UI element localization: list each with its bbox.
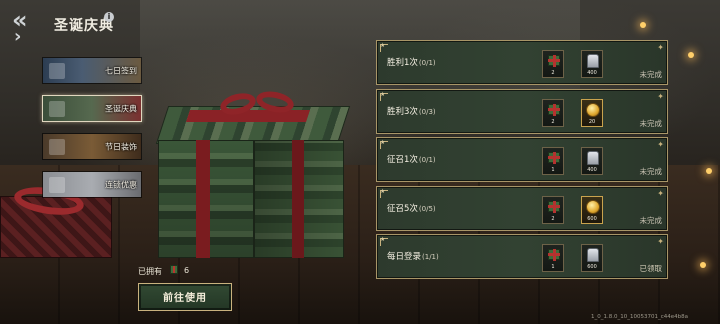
thumbnail-icon bbox=[49, 139, 65, 155]
star-icon: ★ bbox=[380, 42, 386, 49]
task-row[interactable]: ★ ✦ 每日登录(1/1) 1 600 已领取 bbox=[376, 234, 668, 279]
task-name-text: 每日登录 bbox=[387, 252, 422, 262]
corner-ornament-icon: ✦ bbox=[657, 237, 664, 246]
corner-ornament-icon: ✦ bbox=[657, 91, 664, 101]
sidebar-item-label: 节日装饰 bbox=[105, 142, 137, 151]
dog-tag-icon bbox=[587, 151, 599, 165]
task-progress: (0/3) bbox=[418, 107, 436, 116]
owned-label: 已拥有 bbox=[138, 267, 162, 276]
reward-slot[interactable]: 400 bbox=[581, 50, 603, 78]
task-row[interactable]: ★ ✦ 征召5次(0/5) 2 600 未完成 bbox=[376, 185, 668, 231]
sidebar-item-chain-discount[interactable]: 连锁优惠 bbox=[42, 171, 142, 198]
reward-quantity: 600 bbox=[587, 264, 597, 270]
sidebar-nav: 七日签到 圣诞庆典 节日装饰 连锁优惠 bbox=[42, 57, 142, 209]
sidebar-item-christmas-celebration[interactable]: 圣诞庆典 bbox=[42, 95, 142, 122]
task-status: 未完成 bbox=[639, 167, 663, 176]
reward-quantity: 400 bbox=[587, 167, 597, 173]
gift-box-icon bbox=[170, 265, 178, 274]
go-use-button-label: 前往使用 bbox=[163, 293, 207, 304]
star-icon: ★ bbox=[380, 187, 386, 195]
gift-box-icon bbox=[548, 55, 560, 67]
go-use-button[interactable]: 前往使用 bbox=[138, 283, 232, 311]
task-row[interactable]: ★ ✦ 胜利1次(0/1) 2 400 未完成 bbox=[376, 40, 668, 85]
christmas-light bbox=[700, 262, 706, 268]
reward-slot[interactable]: 2 bbox=[542, 195, 564, 224]
star-icon: ★ bbox=[380, 236, 386, 243]
task-name: 征召5次(0/5) bbox=[387, 202, 436, 214]
reward-slot[interactable]: 600 bbox=[581, 195, 603, 224]
task-name: 每日登录(1/1) bbox=[387, 250, 439, 262]
gift-ribbon-top bbox=[186, 110, 310, 122]
task-name-text: 征召1次 bbox=[387, 155, 418, 165]
thumbnail-icon bbox=[49, 63, 65, 79]
gift-box-icon bbox=[548, 200, 560, 213]
task-status: 未完成 bbox=[639, 215, 663, 225]
star-icon: ★ bbox=[380, 139, 386, 146]
version-text: 1_0_1.8.0_10_10053701_c44e4b8a bbox=[590, 314, 688, 320]
christmas-light bbox=[688, 52, 694, 58]
task-name-text: 征召5次 bbox=[387, 203, 418, 214]
task-row[interactable]: ★ ✦ 胜利3次(0/3) 2 20 未完成 bbox=[376, 88, 668, 134]
christmas-light bbox=[640, 22, 646, 28]
christmas-light bbox=[706, 168, 712, 174]
corner-ornament-icon: ✦ bbox=[657, 188, 664, 198]
gift-box-icon bbox=[548, 249, 560, 261]
sidebar-item-label: 七日签到 bbox=[105, 66, 137, 75]
reward-slot[interactable]: 1 bbox=[542, 147, 564, 175]
dog-tag-icon bbox=[587, 248, 599, 262]
task-row[interactable]: ★ ✦ 征召1次(0/1) 1 400 未完成 bbox=[376, 137, 668, 182]
task-progress: (0/1) bbox=[418, 59, 436, 67]
corner-ornament-icon: ✦ bbox=[657, 140, 664, 149]
sidebar-item-holiday-decor[interactable]: 节日装饰 bbox=[42, 133, 142, 160]
task-status: 未完成 bbox=[639, 118, 663, 128]
reward-quantity: 20 bbox=[588, 118, 596, 125]
reward-quantity: 2 bbox=[551, 215, 555, 222]
sidebar-item-label: 连锁优惠 bbox=[105, 180, 137, 189]
dog-tag-icon bbox=[587, 54, 599, 68]
task-name: 征召1次(0/1) bbox=[387, 153, 436, 165]
thumbnail-icon bbox=[49, 101, 65, 117]
gold-coin-icon bbox=[586, 199, 600, 214]
owned-count: 6 bbox=[184, 266, 190, 275]
reward-quantity: 2 bbox=[551, 118, 555, 125]
star-icon: ★ bbox=[380, 90, 386, 98]
task-name: 胜利1次(0/1) bbox=[387, 56, 436, 68]
task-name-text: 胜利1次 bbox=[387, 58, 418, 68]
sidebar-item-seven-day-checkin[interactable]: 七日签到 bbox=[42, 57, 142, 84]
gift-box-icon bbox=[548, 152, 560, 164]
reward-slot[interactable]: 20 bbox=[581, 98, 603, 127]
sidebar-item-label: 圣诞庆典 bbox=[105, 104, 137, 113]
gift-ribbon-vertical-side bbox=[292, 140, 304, 258]
reward-quantity: 600 bbox=[587, 215, 597, 222]
task-name-text: 胜利3次 bbox=[387, 106, 418, 117]
task-list: ★ ✦ 胜利1次(0/1) 2 400 未完成 ★ ✦ 胜利3次(0/3) 2 … bbox=[376, 40, 668, 283]
reward-slot[interactable]: 2 bbox=[542, 98, 564, 127]
reward-slot[interactable]: 1 bbox=[542, 244, 564, 272]
back-button[interactable]: « › bbox=[0, 0, 44, 56]
task-name: 胜利3次(0/3) bbox=[387, 105, 436, 117]
info-icon[interactable]: i bbox=[104, 12, 114, 22]
chevron-right-icon: › bbox=[14, 26, 22, 47]
thumbnail-icon bbox=[49, 177, 65, 193]
reward-quantity: 400 bbox=[587, 70, 597, 76]
reward-slot[interactable]: 600 bbox=[581, 244, 603, 272]
corner-ornament-icon: ✦ bbox=[657, 43, 664, 52]
reward-quantity: 2 bbox=[551, 70, 555, 76]
gift-ribbon-vertical bbox=[196, 140, 210, 258]
task-status: 未完成 bbox=[639, 70, 663, 79]
christmas-gift-box bbox=[155, 88, 351, 258]
reward-slot[interactable]: 400 bbox=[581, 147, 603, 175]
gold-coin-icon bbox=[586, 102, 600, 117]
reward-quantity: 1 bbox=[551, 167, 555, 173]
reward-slot[interactable]: 2 bbox=[542, 50, 564, 78]
gift-box-icon bbox=[548, 103, 560, 116]
task-progress: (0/1) bbox=[418, 156, 436, 164]
reward-quantity: 1 bbox=[551, 264, 555, 270]
task-progress: (1/1) bbox=[422, 253, 439, 261]
task-progress: (0/5) bbox=[418, 204, 436, 213]
task-status-claimed: 已领取 bbox=[639, 264, 663, 273]
